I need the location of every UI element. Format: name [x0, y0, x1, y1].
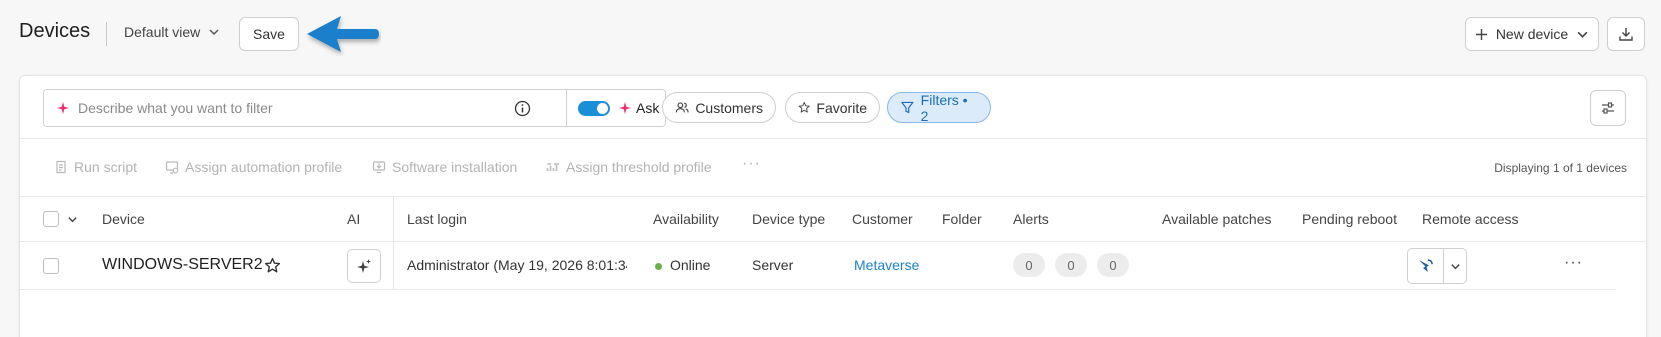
- export-button[interactable]: [1607, 17, 1645, 51]
- download-icon: [1619, 28, 1633, 41]
- info-icon[interactable]: [514, 100, 531, 117]
- table-header: Device AI Last login Availability Device…: [20, 197, 1646, 242]
- remote-access-dropdown[interactable]: [1444, 249, 1466, 283]
- view-selector[interactable]: Default view: [124, 24, 220, 40]
- software-installation-label: Software installation: [392, 159, 518, 175]
- alert-count-badge[interactable]: 0: [1055, 253, 1087, 277]
- customers-chip-label: Customers: [695, 99, 763, 116]
- availability-value: Online: [670, 257, 711, 273]
- filters-chip-label: Filters • 2: [920, 91, 968, 124]
- chevron-down-icon[interactable]: [67, 214, 78, 225]
- toggle-knob: [597, 103, 608, 114]
- new-device-button[interactable]: New device: [1465, 17, 1599, 51]
- software-installation-action[interactable]: Software installation: [372, 159, 517, 175]
- filters-chip[interactable]: Filters • 2: [887, 91, 991, 124]
- sparkle-icon: [357, 259, 371, 273]
- remote-access-split-button: [1407, 248, 1467, 284]
- remote-control-icon: [1418, 259, 1433, 272]
- chevron-down-icon: [209, 29, 219, 36]
- alert-count-badge[interactable]: 0: [1097, 253, 1129, 277]
- device-name[interactable]: WINDOWS-SERVER2: [102, 256, 263, 274]
- ask-toggle[interactable]: [578, 101, 610, 116]
- ask-label[interactable]: Ask: [636, 100, 659, 116]
- ask-divider: [566, 90, 567, 126]
- plus-icon: [1475, 28, 1487, 40]
- assign-threshold-label: Assign threshold profile: [566, 159, 712, 175]
- chevron-down-icon: [1451, 263, 1460, 269]
- assign-threshold-profile-action[interactable]: Assign threshold profile: [546, 159, 712, 175]
- save-button[interactable]: Save: [239, 17, 299, 51]
- devices-card: Ask Customers Favorite Filters • 2 Run s…: [19, 75, 1647, 337]
- star-icon[interactable]: [264, 257, 281, 274]
- chevron-down-icon: [1577, 31, 1588, 38]
- script-icon: [56, 160, 66, 174]
- ai-assist-button[interactable]: [347, 249, 381, 283]
- annotation-arrow-icon: [307, 16, 379, 52]
- device-type-value: Server: [752, 257, 794, 273]
- filter-search-input[interactable]: [78, 100, 508, 116]
- title-divider: [106, 22, 107, 46]
- column-header-pending-reboot[interactable]: Pending reboot: [1302, 211, 1397, 227]
- customers-chip[interactable]: Customers: [662, 92, 776, 123]
- sparkle-icon: [619, 102, 631, 114]
- customer-link[interactable]: Metaverse: [854, 257, 919, 273]
- online-status-dot: [655, 263, 662, 270]
- select-all-checkbox[interactable]: [43, 211, 59, 227]
- column-header-alerts[interactable]: Alerts: [1013, 211, 1049, 227]
- favorite-chip[interactable]: Favorite: [785, 92, 880, 123]
- alert-count-badge[interactable]: 0: [1013, 253, 1045, 277]
- assign-automation-label: Assign automation profile: [185, 159, 343, 175]
- column-header-folder[interactable]: Folder: [942, 211, 982, 227]
- more-actions-button[interactable]: ···: [742, 155, 761, 173]
- page-title: Devices: [19, 20, 91, 42]
- column-header-last-login[interactable]: Last login: [407, 211, 467, 227]
- filter-icon: [901, 101, 914, 114]
- users-icon: [675, 102, 689, 113]
- bulk-action-bar: Run script Assign automation profile Sof…: [20, 139, 1646, 197]
- display-count: Displaying 1 of 1 devices: [1494, 161, 1627, 175]
- ai-filter-search[interactable]: Ask: [43, 89, 666, 127]
- column-header-available-patches[interactable]: Available patches: [1162, 211, 1271, 227]
- assign-automation-profile-action[interactable]: Assign automation profile: [165, 159, 342, 175]
- table-row[interactable]: WINDOWS-SERVER2 Administrator (May 19, 2…: [20, 242, 1616, 290]
- filter-bar: Ask Customers Favorite Filters • 2: [20, 76, 1646, 139]
- column-divider: [393, 242, 394, 290]
- column-settings-button[interactable]: [1590, 90, 1626, 126]
- column-header-availability[interactable]: Availability: [653, 211, 719, 227]
- run-script-action[interactable]: Run script: [54, 159, 137, 175]
- sliders-icon: [1602, 102, 1614, 114]
- column-header-device-type[interactable]: Device type: [752, 211, 825, 227]
- remote-access-button[interactable]: [1408, 249, 1445, 283]
- column-header-customer[interactable]: Customer: [852, 211, 913, 227]
- monitor-download-icon: [372, 161, 386, 174]
- column-header-ai[interactable]: AI: [347, 211, 360, 227]
- page-header: Devices Default view Save New device: [0, 0, 1661, 72]
- column-divider: [393, 197, 394, 242]
- star-icon: [798, 101, 810, 113]
- row-checkbox[interactable]: [43, 258, 59, 274]
- column-header-device[interactable]: Device: [102, 211, 145, 227]
- automation-icon: [165, 161, 179, 174]
- last-login-value: Administrator (May 19, 2026 8:01:34 AM): [407, 257, 627, 273]
- view-selector-label: Default view: [124, 24, 201, 40]
- new-device-label: New device: [1495, 26, 1569, 42]
- row-more-button[interactable]: ···: [1564, 254, 1583, 272]
- sparkle-icon: [57, 102, 69, 114]
- run-script-label: Run script: [74, 159, 138, 175]
- favorite-chip-label: Favorite: [816, 99, 867, 116]
- threshold-icon: [546, 163, 559, 171]
- column-header-remote-access[interactable]: Remote access: [1422, 211, 1518, 227]
